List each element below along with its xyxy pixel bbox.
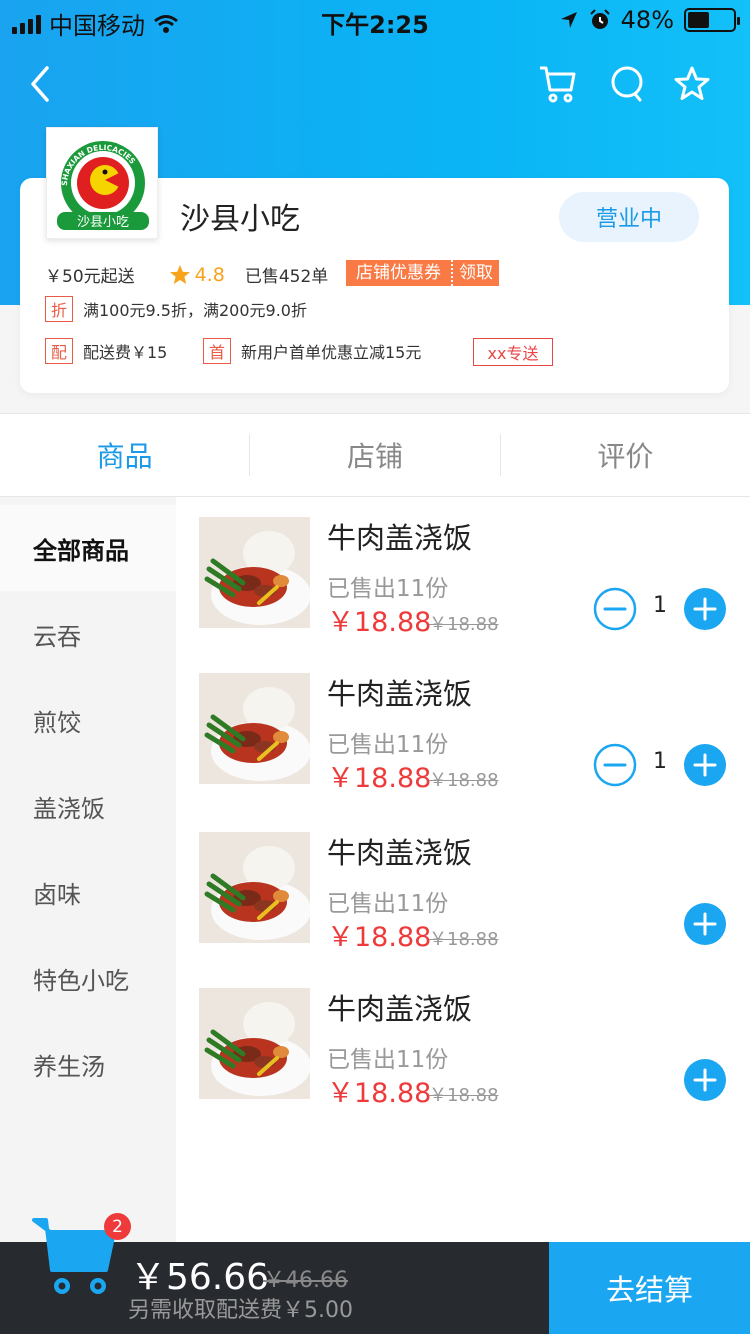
category-soups[interactable]: 养生汤 xyxy=(0,1021,176,1107)
status-right: 48% xyxy=(559,6,740,34)
category-sidebar: 全部商品 云吞 煎饺 盖浇饭 卤味 特色小吃 养生汤 xyxy=(0,497,176,1242)
min-order: ￥50元起送 xyxy=(45,267,135,287)
product-image[interactable] xyxy=(199,517,310,628)
promo-text-first-order: 新用户首单优惠立减15元 xyxy=(241,343,422,362)
product-original-price: ￥18.88 xyxy=(429,1085,499,1106)
cart-icon xyxy=(540,66,576,103)
food-image xyxy=(199,517,310,628)
product-price: ￥18.88 xyxy=(327,1078,432,1109)
product-price: ￥18.88 xyxy=(327,763,432,794)
increase-quantity-button[interactable] xyxy=(683,902,727,946)
product-original-price: ￥18.88 xyxy=(429,614,499,635)
back-icon xyxy=(31,66,49,102)
product-image[interactable] xyxy=(199,673,310,784)
category-all[interactable]: 全部商品 xyxy=(0,505,176,591)
tab-bar: 商品 店铺 评价 xyxy=(0,413,750,497)
increase-quantity-button[interactable] xyxy=(683,1058,727,1102)
increase-quantity-button[interactable] xyxy=(683,587,727,631)
food-image xyxy=(199,832,310,943)
rating-value: 4.8 xyxy=(194,263,225,286)
shop-logo-image: SHAXIAN DELICACIES 沙县小吃 xyxy=(57,141,149,230)
product-sold: 已售出11份 xyxy=(327,1047,449,1073)
shop-logo: SHAXIAN DELICACIES 沙县小吃 xyxy=(46,127,158,239)
category-rice-bowls[interactable]: 盖浇饭 xyxy=(0,763,176,849)
first-order-promo: 首 新用户首单优惠立减15元 xyxy=(203,338,421,364)
product-name: 牛肉盖浇饭 xyxy=(327,677,473,711)
nav-bar xyxy=(0,56,750,116)
plus-icon xyxy=(684,588,726,630)
tab-store[interactable]: 店铺 xyxy=(250,414,499,496)
quantity-value: 1 xyxy=(653,593,667,618)
product-name: 牛肉盖浇饭 xyxy=(327,521,473,555)
product-sold: 已售出11份 xyxy=(327,891,449,917)
minus-icon xyxy=(593,743,637,787)
category-wonton[interactable]: 云吞 xyxy=(0,591,176,677)
rating-star-icon xyxy=(169,264,190,284)
shop-status-badge: 营业中 xyxy=(559,192,699,242)
shop-name: 沙县小吃 xyxy=(180,202,300,237)
product-original-price: ￥18.88 xyxy=(429,770,499,791)
promo-tag-first-order: 首 xyxy=(203,338,231,364)
increase-quantity-button[interactable] xyxy=(683,743,727,787)
coupon-label: 店铺优惠券 xyxy=(346,260,451,286)
category-specialty-snacks[interactable]: 特色小吃 xyxy=(0,935,176,1021)
plus-icon xyxy=(684,1059,726,1101)
decrease-quantity-button[interactable] xyxy=(593,743,637,787)
checkout-button[interactable]: 去结算 xyxy=(549,1242,750,1334)
cart-count-badge: 2 xyxy=(104,1213,131,1240)
promo-text-discount: 满100元9.5折，满200元9.0折 xyxy=(83,301,307,320)
shop-stats-row: ￥50元起送 4.8 已售452单 xyxy=(45,262,329,288)
status-bar: 中国移动 下午2:25 48% xyxy=(0,0,750,40)
delivery-fee-promo: 配 配送费￥15 xyxy=(45,338,167,364)
alarm-icon xyxy=(589,9,610,29)
decrease-quantity-button[interactable] xyxy=(593,587,637,631)
search-icon xyxy=(611,66,643,102)
tab-reviews[interactable]: 评价 xyxy=(501,414,750,496)
claim-coupon-button[interactable]: 领取 xyxy=(451,260,499,286)
product-sold: 已售出11份 xyxy=(327,732,449,758)
delivery-fee-note: 另需收取配送费￥5.00 xyxy=(128,1298,353,1323)
store-coupon[interactable]: 店铺优惠券 领取 xyxy=(346,260,499,286)
product-item[interactable]: 牛肉盖浇饭已售出11份 ￥18.88 ￥18.88 1 xyxy=(176,653,750,809)
tab-products[interactable]: 商品 xyxy=(0,414,249,496)
search-button[interactable] xyxy=(600,56,656,112)
star-icon xyxy=(674,66,710,100)
product-price: ￥18.88 xyxy=(327,922,432,953)
back-button[interactable] xyxy=(12,56,68,112)
food-image xyxy=(199,988,310,1099)
battery-percent: 48% xyxy=(620,6,674,34)
category-fried-dumplings[interactable]: 煎饺 xyxy=(0,677,176,763)
minus-icon xyxy=(593,587,637,631)
quantity-value: 1 xyxy=(653,749,667,774)
product-image[interactable] xyxy=(199,832,310,943)
plus-icon xyxy=(684,744,726,786)
product-item[interactable]: 牛肉盖浇饭已售出11份 ￥18.88 ￥18.88 1 xyxy=(176,497,750,653)
special-delivery-tag: xx专送 xyxy=(473,338,553,366)
product-image[interactable] xyxy=(199,988,310,1099)
battery-icon xyxy=(684,8,740,32)
favorite-button[interactable] xyxy=(664,56,720,112)
cart-original-total: ￥46.66 xyxy=(263,1268,348,1293)
logo-bottom-text: 沙县小吃 xyxy=(77,214,129,230)
product-list: 牛肉盖浇饭 已售出11份 ￥18.88 ￥18.88 1 牛肉盖浇饭 已售出11份 ￥18.8… xyxy=(176,497,750,1242)
sold-count: 已售452单 xyxy=(244,267,329,287)
cart-nav-button[interactable] xyxy=(530,56,586,112)
food-image xyxy=(199,673,310,784)
product-item[interactable]: 牛肉盖浇饭已售出11份 ￥18.88 ￥18.88 xyxy=(176,968,750,1124)
promo-tag-delivery: 配 xyxy=(45,338,73,364)
product-original-price: ￥18.88 xyxy=(429,929,499,950)
promo-tag-discount: 折 xyxy=(45,296,73,322)
product-item[interactable]: 牛肉盖浇饭已售出11份 ￥18.88 ￥18.88 xyxy=(176,812,750,968)
product-name: 牛肉盖浇饭 xyxy=(327,836,473,870)
location-arrow-icon xyxy=(560,12,577,28)
product-price: ￥18.88 xyxy=(327,607,432,638)
promo-text-delivery: 配送费￥15 xyxy=(83,343,168,362)
product-name: 牛肉盖浇饭 xyxy=(327,992,473,1026)
product-sold: 已售出11份 xyxy=(327,576,449,602)
discount-promo: 折 满100元9.5折，满200元9.0折 xyxy=(45,296,307,322)
plus-icon xyxy=(684,903,726,945)
category-braised[interactable]: 卤味 xyxy=(0,849,176,935)
